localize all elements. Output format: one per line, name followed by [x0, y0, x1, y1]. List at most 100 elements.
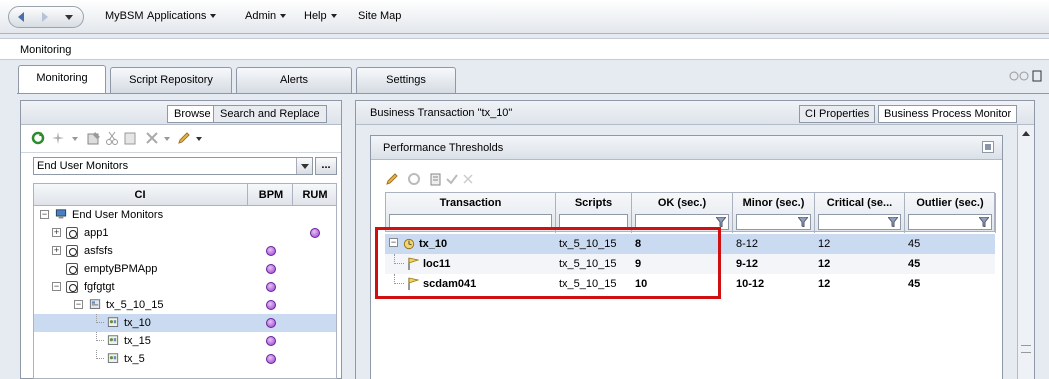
tab-alerts[interactable]: Alerts	[236, 67, 352, 93]
tree-expander-icon[interactable]: +	[52, 246, 61, 255]
menu-site-map[interactable]: Site Map	[358, 10, 401, 22]
tree-item-label: tx_5_10_15	[106, 299, 164, 311]
new-item-icon[interactable]	[51, 131, 65, 145]
clear-filter-icon[interactable]	[461, 172, 475, 186]
minor-filter-input[interactable]	[736, 214, 811, 230]
tab-divider	[17, 93, 1049, 94]
menu-applications[interactable]: Applications	[147, 10, 217, 22]
edit-pencil-icon[interactable]	[385, 172, 399, 186]
tab-ci-properties[interactable]: CI Properties	[799, 105, 876, 123]
filter-funnel-icon[interactable]	[716, 217, 726, 227]
bpm-status-icon	[266, 318, 276, 328]
filter-funnel-icon[interactable]	[888, 217, 898, 227]
tree-row[interactable]: + app1	[34, 224, 336, 242]
history-dropdown-icon[interactable]	[65, 15, 73, 20]
column-header-label: Transaction	[439, 197, 502, 209]
tree-row[interactable]: − tx_5_10_15	[34, 296, 336, 314]
tab-business-process-monitor[interactable]: Business Process Monitor	[878, 105, 1018, 123]
reset-icon[interactable]	[407, 172, 421, 186]
copy-settings-icon[interactable]	[429, 172, 443, 186]
column-rum[interactable]: RUM	[296, 189, 334, 201]
scroll-grip-icon[interactable]	[1021, 345, 1031, 353]
tree-row[interactable]: + asfsfs	[34, 242, 336, 260]
details-scrollbar[interactable]	[1017, 125, 1034, 379]
tab-settings[interactable]: Settings	[356, 67, 456, 93]
tree-expander-icon[interactable]: −	[74, 300, 83, 309]
menu-caret-icon	[330, 14, 337, 19]
app-node-icon	[66, 281, 78, 293]
tree-item-label: tx_15	[124, 335, 151, 347]
filter-funnel-icon[interactable]	[798, 217, 808, 227]
column-critical[interactable]: Critical (se...	[815, 193, 905, 233]
column-ci[interactable]: CI	[34, 189, 246, 201]
edit-dropdown-icon[interactable]	[195, 131, 203, 145]
edit-pencil-icon[interactable]	[177, 131, 191, 145]
cell-minor: 8-12	[736, 238, 759, 250]
top-menu-bar: MyBSM Applications Admin Help Site Map	[0, 0, 1049, 34]
tree-row[interactable]: − fgfgtgt	[34, 278, 336, 296]
navigation-control[interactable]	[8, 6, 84, 28]
tree-row[interactable]: − End User Monitors	[34, 206, 336, 224]
view-select[interactable]: End User Monitors	[33, 157, 313, 175]
delete-icon[interactable]	[145, 131, 159, 145]
cell-minor: 9-12	[736, 258, 759, 270]
browse-views-button[interactable]: ...	[315, 157, 337, 175]
annotation-highlight-box	[375, 227, 721, 299]
tree-row[interactable]: tx_10	[34, 314, 336, 332]
tree-row[interactable]: tx_5	[34, 350, 336, 368]
cell-critical: 12	[818, 258, 831, 270]
app-node-icon	[66, 227, 78, 239]
cut-icon[interactable]	[105, 131, 119, 145]
tree-expander-icon[interactable]: −	[40, 210, 49, 219]
tree-item-label: fgfgtgt	[84, 281, 115, 293]
column-header-label: Scripts	[574, 197, 613, 209]
tree-row[interactable]: tx_15	[34, 332, 336, 350]
column-minor[interactable]: Minor (sec.)	[733, 193, 815, 233]
dropdown-small-icon[interactable]	[71, 131, 79, 145]
paste-icon[interactable]	[123, 131, 137, 145]
critical-filter-input[interactable]	[818, 214, 901, 230]
tree-expander-icon[interactable]: +	[52, 228, 61, 237]
details-panel-header: Business Transaction "tx_10" CI Properti…	[356, 101, 1034, 125]
column-outlier[interactable]: Outlier (sec.)	[905, 193, 996, 233]
properties-icon[interactable]	[87, 131, 101, 145]
browse-panel: Browse Search and Replace End User Monit…	[20, 100, 342, 379]
collapse-panel-icon[interactable]	[982, 141, 994, 153]
scroll-up-icon[interactable]	[1022, 131, 1030, 136]
window-control-icons[interactable]	[1009, 70, 1043, 82]
menu-admin[interactable]: Admin	[245, 10, 287, 22]
cell-minor: 10-12	[736, 278, 765, 290]
rum-status-icon	[310, 228, 320, 238]
menu-caret-icon	[210, 14, 217, 19]
forward-arrow-icon[interactable]	[37, 10, 51, 24]
tree-row[interactable]: emptyBPMApp	[34, 260, 336, 278]
filter-funnel-icon[interactable]	[979, 217, 989, 227]
thresholds-toolbar	[371, 170, 1002, 192]
tab-browse[interactable]: Browse	[167, 105, 218, 123]
tree-item-label: tx_10	[124, 317, 151, 329]
view-select-row: End User Monitors ...	[21, 153, 341, 181]
refresh-icon[interactable]	[31, 131, 45, 145]
column-bpm[interactable]: BPM	[252, 189, 290, 201]
main-tab-strip: Monitoring Script Repository Alerts Sett…	[0, 62, 1049, 94]
tree-connector	[96, 350, 104, 359]
column-separator	[247, 184, 248, 206]
cell-critical: 12	[818, 238, 831, 250]
ci-tree-rows: − End User Monitors + app1 + asfsfs emptyBPMAp…	[34, 206, 336, 368]
tree-expander-icon[interactable]: −	[52, 282, 61, 291]
apply-check-icon[interactable]	[445, 172, 459, 186]
tab-monitoring[interactable]: Monitoring	[18, 65, 106, 94]
transaction-icon	[107, 353, 119, 363]
column-separator	[292, 184, 293, 206]
menu-mybsm[interactable]: MyBSM	[105, 10, 144, 22]
tab-search-and-replace[interactable]: Search and Replace	[213, 105, 327, 123]
tab-script-repository[interactable]: Script Repository	[110, 67, 232, 93]
menu-help[interactable]: Help	[304, 10, 337, 22]
monitors-icon	[55, 209, 67, 219]
window-controls[interactable]	[1009, 70, 1043, 85]
delete-dropdown-icon[interactable]	[163, 131, 171, 145]
back-arrow-icon[interactable]	[15, 10, 29, 24]
select-dropdown-icon[interactable]	[296, 158, 312, 174]
outlier-filter-input[interactable]	[908, 214, 992, 230]
cell-outlier: 45	[908, 238, 921, 250]
